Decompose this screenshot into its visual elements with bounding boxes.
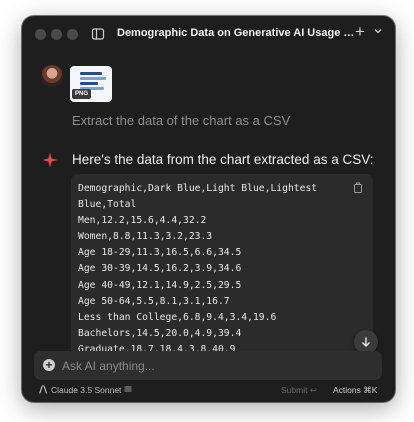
copy-icon[interactable]: [353, 182, 363, 193]
thumb-bar: [80, 72, 102, 75]
image-attachment[interactable]: PNG: [70, 66, 112, 102]
csv-line: Less than College,6.8,9.4,3.4,19.6: [78, 311, 277, 323]
anthropic-logo-icon: [39, 385, 48, 394]
assistant-message: Here's the data from the chart extracted…: [72, 152, 374, 167]
model-selector[interactable]: Claude 3.5 Sonnet: [51, 385, 121, 395]
chat-input-bar: +: [34, 351, 382, 380]
thumb-bar: [80, 82, 98, 85]
new-chat-button[interactable]: +: [355, 22, 365, 42]
csv-code-block: Demographic,Dark Blue,Light Blue,Lightes…: [71, 174, 373, 360]
window-title: Demographic Data on Generative AI Usage …: [117, 27, 359, 39]
sidebar-toggle-icon[interactable]: [91, 27, 105, 41]
footer-bar: Claude 3.5 Sonnet Submit ↩ Actions ⌘K: [22, 384, 395, 402]
app-window: Demographic Data on Generative AI Usage …: [22, 16, 395, 402]
csv-line: Age 30-39,14.5,16.2,3.9,34.6: [78, 263, 242, 275]
csv-line: Age 18-29,11.3,16.5,6.6,34.5: [78, 247, 242, 259]
thumb-bar: [80, 77, 106, 80]
chevron-down-icon[interactable]: [373, 26, 383, 36]
menu-icon[interactable]: [124, 385, 132, 393]
title-bar: Demographic Data on Generative AI Usage …: [22, 16, 395, 52]
user-avatar: [41, 65, 63, 87]
csv-code: Demographic,Dark Blue,Light Blue,Lightes…: [78, 181, 318, 360]
arrow-down-icon: [362, 337, 370, 347]
close-window-dot[interactable]: [35, 29, 46, 40]
csv-line: Women,8.8,11.3,3.2,23.3: [78, 231, 213, 243]
csv-line: Bachelors,14.5,20.0,4.9,39.4: [78, 327, 242, 339]
sparkle-icon: [42, 152, 58, 168]
chat-input[interactable]: [60, 355, 364, 377]
user-message: Extract the data of the chart as a CSV: [72, 113, 291, 128]
actions-button[interactable]: Actions ⌘K: [333, 385, 377, 396]
csv-line: Age 40-49,12.1,14.9,2.5,29.5: [78, 279, 242, 291]
minimize-window-dot[interactable]: [51, 29, 62, 40]
submit-button[interactable]: Submit ↩: [281, 385, 317, 396]
csv-line: Men,12.2,15.6,4.4,32.2: [78, 215, 207, 227]
csv-line: Age 50-64,5.5,8.1,3.1,16.7: [78, 295, 230, 307]
add-attachment-button[interactable]: +: [43, 359, 55, 371]
png-badge: PNG: [72, 89, 92, 99]
csv-line: Demographic,Dark Blue,Light Blue,Lightes…: [78, 183, 318, 211]
zoom-window-dot[interactable]: [67, 29, 78, 40]
